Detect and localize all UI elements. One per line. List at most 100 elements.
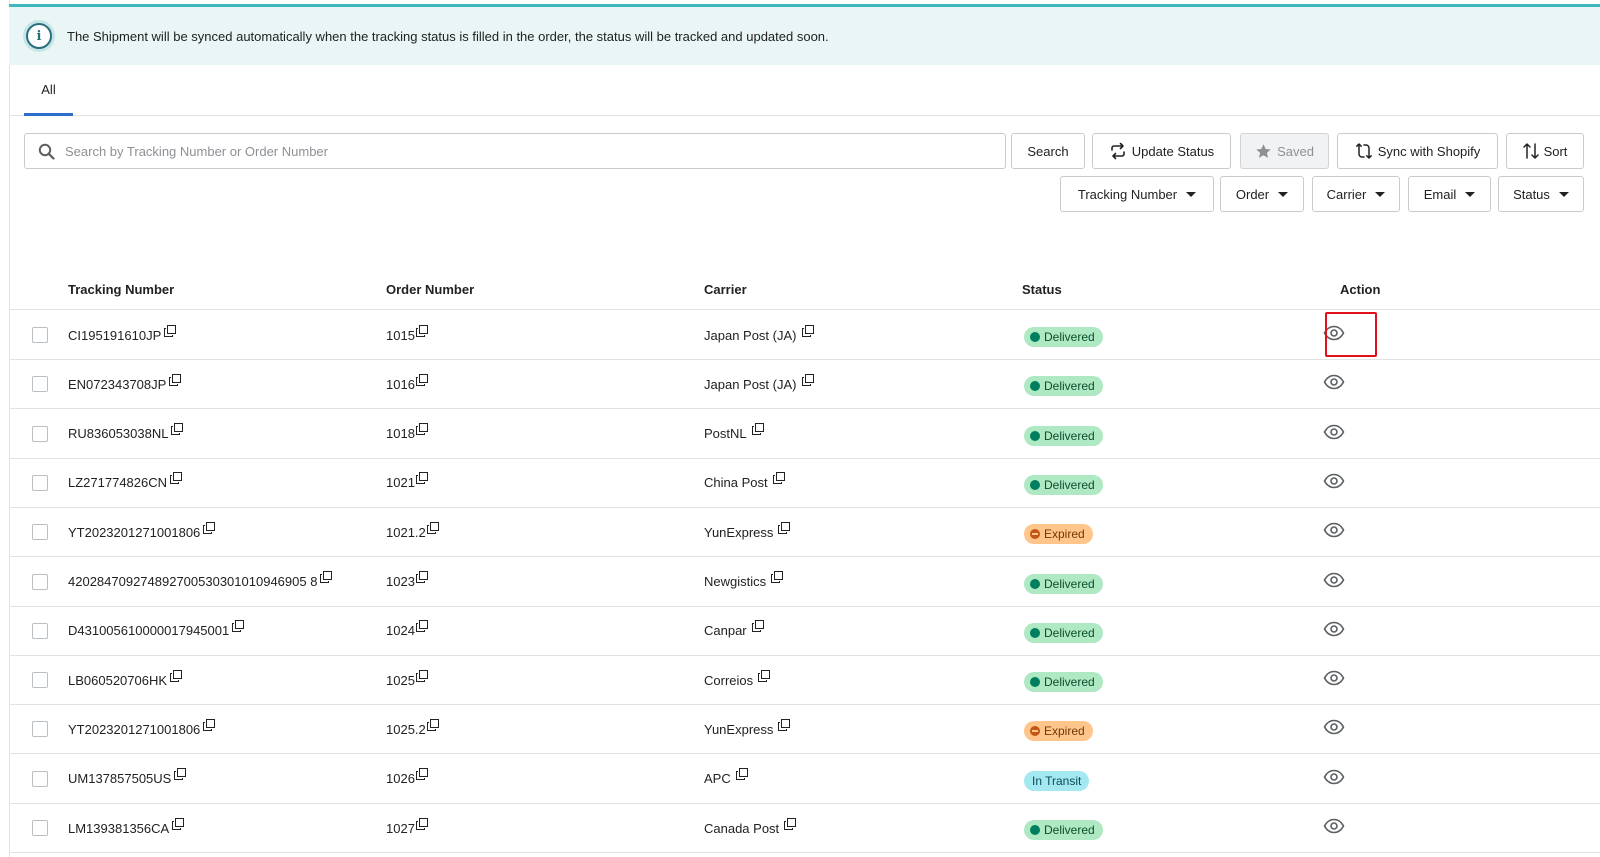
copy-icon[interactable] <box>758 669 771 685</box>
copy-icon[interactable] <box>415 768 428 783</box>
row-checkbox[interactable] <box>32 474 48 491</box>
copy-icon[interactable] <box>801 373 814 389</box>
order-number[interactable]: 1016 <box>386 377 415 392</box>
saved-button[interactable]: Saved <box>1240 133 1329 169</box>
copy-icon[interactable] <box>772 472 785 487</box>
copy-icon[interactable] <box>801 324 814 340</box>
copy-icon[interactable] <box>172 817 185 833</box>
order-number[interactable]: 1023 <box>386 574 415 589</box>
tab-all[interactable]: All <box>24 65 73 116</box>
row-checkbox[interactable] <box>32 524 48 541</box>
view-eye-icon[interactable] <box>1323 424 1345 443</box>
copy-icon[interactable] <box>164 324 177 340</box>
status-badge: Expired <box>1024 721 1093 742</box>
tracking-number[interactable]: D431005610000017945001 <box>68 623 229 638</box>
order-number[interactable]: 1021.2 <box>386 525 426 540</box>
tracking-number[interactable]: YT2023201271001806 <box>68 722 200 737</box>
copy-icon[interactable] <box>415 373 428 389</box>
copy-icon[interactable] <box>771 571 784 586</box>
copy-icon[interactable] <box>170 472 183 487</box>
order-number[interactable]: 1024 <box>386 623 415 638</box>
row-checkbox[interactable] <box>32 425 48 442</box>
tracking-number[interactable]: RU836053038NL <box>68 426 168 441</box>
copy-icon[interactable] <box>751 620 764 635</box>
copy-icon[interactable] <box>203 521 216 537</box>
order-number[interactable]: 1025.2 <box>386 722 426 737</box>
view-eye-icon[interactable] <box>1323 473 1345 492</box>
carrier-cell: YunExpress <box>704 508 791 556</box>
copy-icon[interactable] <box>735 768 748 783</box>
view-eye-icon[interactable] <box>1323 670 1345 689</box>
sort-button[interactable]: Sort <box>1506 133 1584 169</box>
copy-icon[interactable] <box>232 620 245 635</box>
row-checkbox[interactable] <box>32 573 48 590</box>
row-checkbox[interactable] <box>32 721 48 738</box>
copy-icon[interactable] <box>203 718 216 734</box>
view-eye-icon[interactable] <box>1323 374 1345 393</box>
view-eye-icon[interactable] <box>1323 769 1345 788</box>
order-number[interactable]: 1025 <box>386 673 415 688</box>
copy-icon[interactable] <box>174 768 187 783</box>
email-filter[interactable]: Email <box>1408 176 1491 212</box>
tracking-number[interactable]: YT2023201271001806 <box>68 525 200 540</box>
copy-icon[interactable] <box>778 521 791 537</box>
copy-icon[interactable] <box>169 373 182 389</box>
copy-icon[interactable] <box>778 718 791 734</box>
tracking-number-filter[interactable]: Tracking Number <box>1060 176 1214 212</box>
update-status-button[interactable]: Update Status <box>1092 133 1231 169</box>
status-badge: Delivered <box>1024 327 1103 347</box>
copy-icon[interactable] <box>415 817 428 833</box>
order-number[interactable]: 1015 <box>386 328 415 343</box>
copy-icon[interactable] <box>415 324 428 340</box>
search-input[interactable] <box>65 143 965 159</box>
tracking-number[interactable]: LZ271774826CN <box>68 475 167 490</box>
view-eye-icon[interactable] <box>1323 522 1345 541</box>
tracking-number[interactable]: EN072343708JP <box>68 377 166 392</box>
copy-icon[interactable] <box>320 571 333 586</box>
copy-icon[interactable] <box>415 423 428 438</box>
tracking-number[interactable]: UM137857505US <box>68 771 171 786</box>
copy-icon[interactable] <box>415 620 428 635</box>
status-text: Expired <box>1044 527 1085 542</box>
order-number[interactable]: 1026 <box>386 771 415 786</box>
tracking-number-cell: LB060520706HK <box>68 656 183 704</box>
order-number-cell: 1024 <box>386 607 428 655</box>
row-checkbox[interactable] <box>32 622 48 639</box>
view-eye-icon[interactable] <box>1323 572 1345 591</box>
copy-icon[interactable] <box>171 423 184 438</box>
carrier-filter[interactable]: Carrier <box>1312 176 1400 212</box>
carrier-name: Canpar <box>704 623 747 639</box>
copy-icon[interactable] <box>784 817 797 833</box>
copy-icon[interactable] <box>426 521 439 537</box>
status-cell: Delivered <box>1024 560 1103 608</box>
status-filter[interactable]: Status <box>1498 176 1584 212</box>
order-number[interactable]: 1021 <box>386 475 415 490</box>
search-field[interactable] <box>24 133 1006 169</box>
search-button[interactable]: Search <box>1011 133 1085 169</box>
copy-icon[interactable] <box>751 423 764 438</box>
row-checkbox[interactable] <box>32 770 48 787</box>
order-filter[interactable]: Order <box>1220 176 1304 212</box>
tracking-number[interactable]: CI195191610JP <box>68 328 161 343</box>
tracking-number-cell: LM139381356CA <box>68 804 185 852</box>
view-eye-icon[interactable] <box>1323 719 1345 738</box>
sync-with-shopify-button[interactable]: Sync with Shopify <box>1337 133 1498 169</box>
row-checkbox[interactable] <box>32 672 48 689</box>
row-checkbox[interactable] <box>32 820 48 836</box>
view-eye-icon[interactable] <box>1323 621 1345 640</box>
tracking-number[interactable]: 420284709274892700530301010946905 8 <box>68 574 317 589</box>
order-number[interactable]: 1027 <box>386 821 415 836</box>
search-icon <box>38 143 55 160</box>
copy-icon[interactable] <box>415 472 428 487</box>
copy-icon[interactable] <box>170 669 183 685</box>
tracking-number[interactable]: LM139381356CA <box>68 821 169 836</box>
order-number[interactable]: 1018 <box>386 426 415 441</box>
view-eye-icon[interactable] <box>1323 818 1345 837</box>
copy-icon[interactable] <box>415 571 428 586</box>
tracking-number[interactable]: LB060520706HK <box>68 673 167 688</box>
row-checkbox[interactable] <box>32 376 48 393</box>
copy-icon[interactable] <box>426 718 439 734</box>
tracking-number-cell: YT2023201271001806 <box>68 508 216 556</box>
copy-icon[interactable] <box>415 669 428 685</box>
row-checkbox[interactable] <box>32 327 48 343</box>
